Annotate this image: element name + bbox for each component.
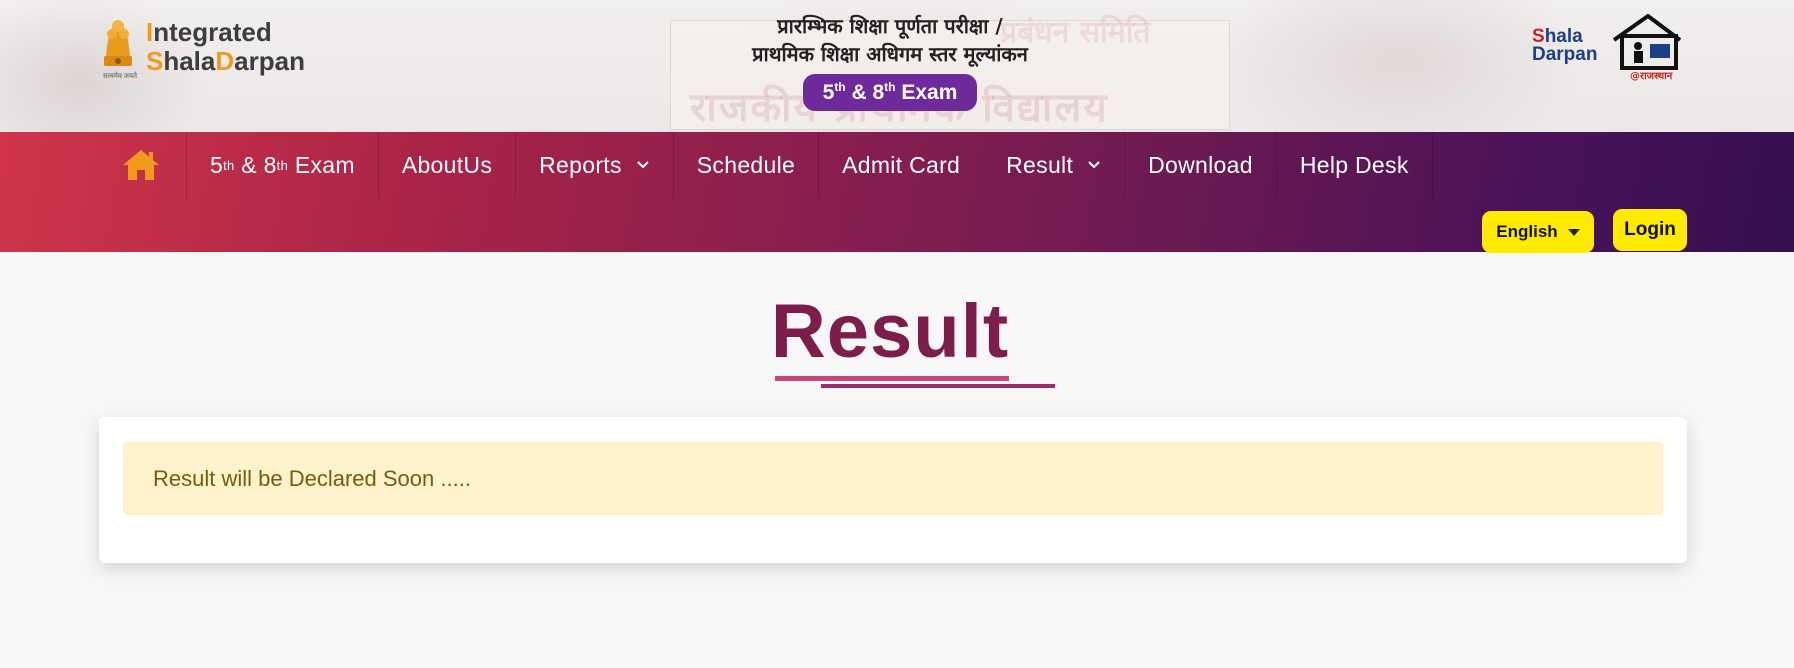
site-header: राजकीय प्राथमिक विद्यालय प्रबंधन समिति स…	[0, 0, 1794, 132]
result-card: Result will be Declared Soon .....	[99, 417, 1687, 563]
nav-result[interactable]: Result	[983, 132, 1126, 198]
title-underline	[775, 376, 1009, 381]
nav-about-us[interactable]: AboutUs	[379, 132, 517, 198]
language-select[interactable]: English	[1482, 211, 1594, 253]
integrated-shaladarpan-logo[interactable]: सत्यमेव जयते Integrated ShalaDarpan	[98, 12, 305, 82]
result-alert: Result will be Declared Soon .....	[123, 442, 1663, 515]
language-label: English	[1496, 222, 1558, 241]
nav-schedule[interactable]: Schedule	[674, 132, 820, 198]
nav-help-desk[interactable]: Help Desk	[1277, 132, 1433, 198]
chevron-down-icon	[1088, 161, 1100, 169]
nav-admit-card[interactable]: Admit Card	[819, 132, 983, 198]
page-title: Result	[770, 289, 1010, 374]
title-hindi-line-2: प्राथमिक शिक्षा अधिगम स्तर मूल्यांकन	[752, 42, 1028, 66]
nav-5th-8th-exam[interactable]: 5th & 8th Exam	[187, 132, 379, 198]
nav-menu: 5th & 8th Exam AboutUs Reports Schedule …	[104, 132, 1433, 198]
nav-download[interactable]: Download	[1125, 132, 1277, 198]
exam-badge: 5th & 8th Exam	[802, 74, 978, 111]
nav-home[interactable]	[104, 132, 187, 198]
shaladarpan-rajasthan-logo[interactable]: Shala Darpan @राजस्थान	[1530, 14, 1690, 84]
title-underline-secondary	[821, 384, 1055, 388]
shala-darpan-text: Shala Darpan	[1532, 26, 1598, 65]
caret-down-icon	[1567, 228, 1580, 236]
house-computer-icon	[1612, 14, 1682, 70]
login-button[interactable]: Login	[1613, 209, 1687, 251]
logo-text: Integrated ShalaDarpan	[146, 17, 305, 76]
home-icon	[123, 150, 159, 180]
emblem-caption: सत्यमेव जयते	[102, 72, 138, 80]
title-hindi-line-1: प्रारम्भिक शिक्षा पूर्णता परीक्षा /	[777, 14, 1003, 38]
rajasthan-subtitle: @राजस्थान	[1630, 71, 1673, 82]
header-title: प्रारम्भिक शिक्षा पूर्णता परीक्षा / प्रा…	[640, 12, 1140, 111]
main-navbar: 5th & 8th Exam AboutUs Reports Schedule …	[0, 132, 1794, 253]
nav-reports[interactable]: Reports	[516, 132, 674, 198]
chevron-down-icon	[637, 161, 649, 169]
national-emblem-icon	[104, 19, 132, 66]
